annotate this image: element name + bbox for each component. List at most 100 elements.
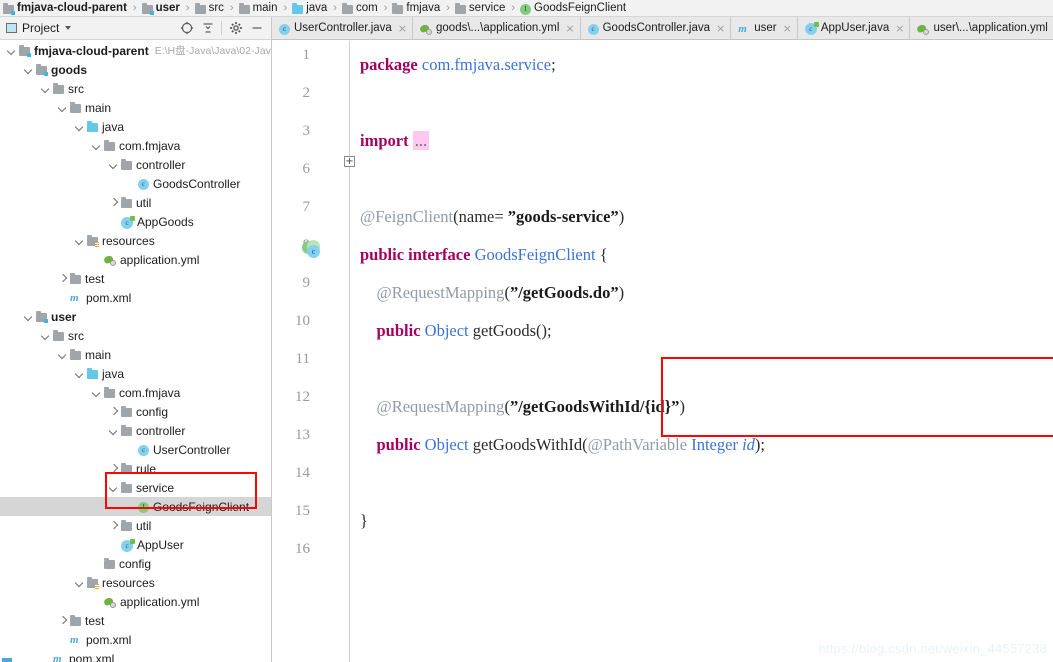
- tree-node[interactable]: com.fmjava: [0, 136, 271, 155]
- close-icon[interactable]: ×: [565, 23, 574, 34]
- twisty-open-icon[interactable]: [57, 102, 68, 113]
- tree-node[interactable]: test: [0, 611, 271, 630]
- close-icon[interactable]: ×: [716, 23, 725, 34]
- editor-tab-goods-application-yml[interactable]: goods\...\application.yml ×: [413, 17, 581, 39]
- breadcrumb-item-user[interactable]: user: [141, 0, 180, 17]
- twisty-closed-icon[interactable]: [108, 406, 119, 417]
- tree-node[interactable]: c AppGoods: [0, 212, 271, 231]
- tree-node[interactable]: src: [0, 326, 271, 345]
- twisty-open-icon[interactable]: [108, 482, 119, 493]
- breadcrumb-item-goodsfeignclient[interactable]: I GoodsFeignClient: [520, 0, 626, 17]
- tree-node[interactable]: rule: [0, 459, 271, 478]
- tree-node-label: controller: [136, 157, 186, 172]
- tree-node[interactable]: controller: [0, 155, 271, 174]
- chevron-down-icon[interactable]: [65, 26, 72, 30]
- implemented-interface-icon[interactable]: c: [302, 240, 324, 260]
- fold-expand-icon[interactable]: +: [344, 156, 355, 167]
- breadcrumb-item-java[interactable]: java: [292, 0, 327, 17]
- twisty-open-icon[interactable]: [91, 387, 102, 398]
- tree-node[interactable]: controller: [0, 421, 271, 440]
- editor-tab-user[interactable]: m user ×: [731, 17, 798, 39]
- tree-node[interactable]: m pom.xml: [0, 630, 271, 649]
- tree-node[interactable]: c UserController: [0, 440, 271, 459]
- twisty-open-icon[interactable]: [23, 64, 34, 75]
- locate-icon[interactable]: [176, 18, 197, 39]
- editor-tab-goodscontroller-java[interactable]: c GoodsController.java ×: [580, 17, 732, 39]
- tree-node[interactable]: fmjava-cloud-parent E:\H盘-Java\Java\02-Ja…: [0, 41, 271, 60]
- twisty-open-icon[interactable]: [74, 577, 85, 588]
- tree-node[interactable]: util: [0, 193, 271, 212]
- code-line[interactable]: @RequestMapping(”/getGoods.do”): [360, 274, 625, 312]
- code-line[interactable]: public Object getGoods();: [360, 312, 552, 350]
- tree-node[interactable]: c GoodsController: [0, 174, 271, 193]
- project-tree[interactable]: fmjava-cloud-parent E:\H盘-Java\Java\02-Ja…: [0, 40, 271, 662]
- tree-node[interactable]: com.fmjava: [0, 383, 271, 402]
- tree-node[interactable]: m pom.xml: [0, 649, 271, 662]
- tree-node[interactable]: java: [0, 117, 271, 136]
- tree-node[interactable]: src: [0, 79, 271, 98]
- settings-gear-icon[interactable]: [225, 18, 246, 39]
- code-line[interactable]: public interface GoodsFeignClient {: [360, 236, 608, 274]
- code-line[interactable]: @RequestMapping(”/getGoodsWithId/{id}”): [360, 388, 685, 426]
- tree-node[interactable]: application.yml: [0, 592, 271, 611]
- editor-tab-bar[interactable]: c UserController.java × goods\...\applicati…: [272, 17, 1053, 40]
- editor-tab-appuser-java[interactable]: c AppUser.java ×: [797, 17, 911, 39]
- breadcrumb[interactable]: fmjava-cloud-parent › user › src › main › java › c…: [0, 0, 1053, 17]
- tree-node[interactable]: application.yml: [0, 250, 271, 269]
- editor-tab-user-application-yml[interactable]: user\...\application.yml×: [910, 17, 1053, 39]
- twisty-open-icon[interactable]: [74, 121, 85, 132]
- breadcrumb-item-main[interactable]: main: [238, 0, 278, 17]
- close-icon[interactable]: ×: [398, 23, 407, 34]
- twisty-open-icon[interactable]: [6, 45, 17, 56]
- close-icon[interactable]: ×: [895, 23, 904, 34]
- twisty-closed-icon[interactable]: [108, 463, 119, 474]
- twisty-open-icon[interactable]: [108, 159, 119, 170]
- twisty-open-icon[interactable]: [40, 330, 51, 341]
- twisty-closed-icon[interactable]: [57, 273, 68, 284]
- tree-node[interactable]: config: [0, 402, 271, 421]
- twisty-open-icon[interactable]: [108, 425, 119, 436]
- editor-tab-usercontroller-java[interactable]: c UserController.java ×: [272, 17, 414, 39]
- breadcrumb-item-fmjava[interactable]: fmjava: [392, 0, 440, 17]
- tree-node[interactable]: java: [0, 364, 271, 383]
- twisty-open-icon[interactable]: [40, 83, 51, 94]
- collapse-all-icon[interactable]: [197, 18, 218, 39]
- tree-node[interactable]: main: [0, 98, 271, 117]
- breadcrumb-item-fmjava-cloud-parent[interactable]: fmjava-cloud-parent: [3, 0, 127, 17]
- code-content[interactable]: package com.fmjava.service; import ... @Fe…: [350, 41, 1053, 662]
- twisty-open-icon[interactable]: [23, 311, 34, 322]
- twisty-closed-icon[interactable]: [108, 197, 119, 208]
- tree-node[interactable]: m pom.xml: [0, 288, 271, 307]
- tree-node[interactable]: c AppUser: [0, 535, 271, 554]
- tree-node[interactable]: config: [0, 554, 271, 573]
- hide-panel-icon[interactable]: [246, 18, 267, 39]
- code-line[interactable]: package com.fmjava.service;: [360, 46, 556, 84]
- project-title-group[interactable]: Project: [6, 21, 176, 35]
- tree-node[interactable]: resources: [0, 573, 271, 592]
- twisty-open-icon[interactable]: [74, 235, 85, 246]
- twisty-closed-icon[interactable]: [57, 615, 68, 626]
- code-line[interactable]: }: [360, 502, 368, 540]
- tree-node[interactable]: main: [0, 345, 271, 364]
- code-line[interactable]: public Object getGoodsWithId(@PathVariab…: [360, 426, 766, 464]
- tree-node[interactable]: user: [0, 307, 271, 326]
- tree-node[interactable]: util: [0, 516, 271, 535]
- code-line[interactable]: import ...: [360, 122, 430, 160]
- code-line[interactable]: @FeignClient(name= ”goods-service”): [360, 198, 624, 236]
- tree-node-label: com.fmjava: [119, 385, 181, 400]
- tree-node[interactable]: service: [0, 478, 271, 497]
- tree-node[interactable]: resources: [0, 231, 271, 250]
- editor-gutter[interactable]: 123678910111213141516: [272, 41, 350, 662]
- twisty-open-icon[interactable]: [91, 140, 102, 151]
- breadcrumb-item-src[interactable]: src: [194, 0, 224, 17]
- tree-node-selected[interactable]: I GoodsFeignClient: [0, 497, 271, 516]
- code-editor[interactable]: 123678910111213141516 + c package com.fm…: [272, 41, 1053, 662]
- twisty-closed-icon[interactable]: [108, 520, 119, 531]
- breadcrumb-item-service[interactable]: service: [454, 0, 505, 17]
- twisty-open-icon[interactable]: [74, 368, 85, 379]
- tree-node[interactable]: test: [0, 269, 271, 288]
- tree-node[interactable]: goods: [0, 60, 271, 79]
- breadcrumb-item-com[interactable]: com: [341, 0, 378, 17]
- close-icon[interactable]: ×: [783, 23, 792, 34]
- twisty-open-icon[interactable]: [57, 349, 68, 360]
